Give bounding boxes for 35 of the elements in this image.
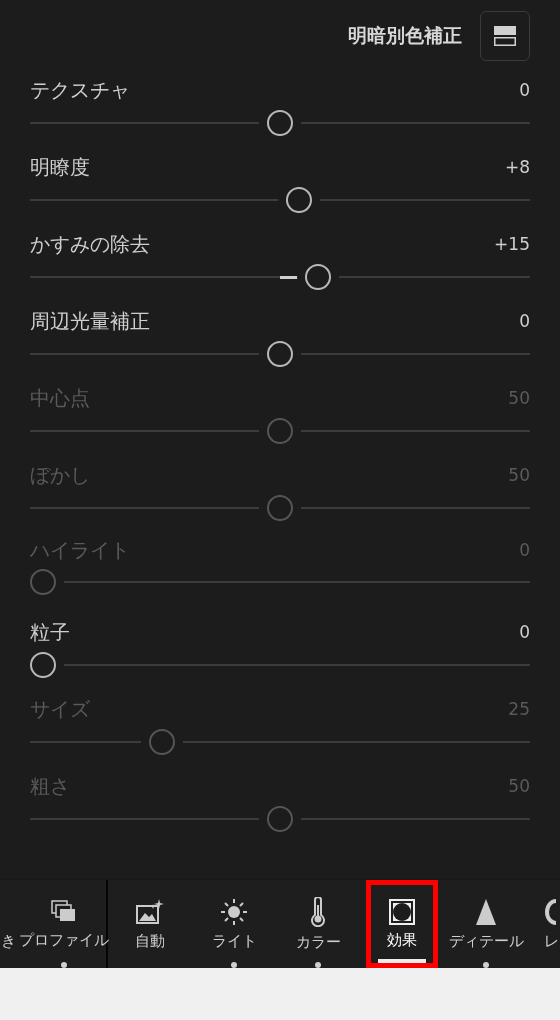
toolbar-tab[interactable]: レ	[528, 880, 558, 968]
slider-value: +15	[494, 234, 530, 254]
thermometer-icon	[309, 896, 327, 927]
slider-value: +8	[504, 157, 530, 177]
slider-value: 50	[508, 388, 530, 408]
vignette-icon	[389, 898, 415, 925]
slider-value: 50	[508, 776, 530, 796]
slider-label: 粗さ	[30, 772, 70, 800]
toolbar-tab[interactable]: 効果	[366, 880, 438, 968]
slider-label: かすみの除去	[30, 230, 150, 258]
panel-title: 明暗別色補正	[348, 23, 462, 48]
slider-value: 0	[519, 622, 530, 642]
slider-label: 粒子	[30, 618, 70, 646]
slider-label: テクスチャ	[30, 76, 130, 104]
slider-label: サイズ	[30, 695, 90, 723]
slider-value: 0	[519, 80, 530, 100]
slider-label: ぼかし	[30, 461, 90, 489]
slider-label: 中心点	[30, 384, 90, 412]
toolbar-tab[interactable]: カラー	[276, 880, 360, 968]
split-view-icon	[493, 25, 517, 47]
triangle-icon	[475, 897, 497, 926]
slider-label: 周辺光量補正	[30, 307, 150, 335]
slider-value: 50	[508, 465, 530, 485]
slider-label: 明瞭度	[30, 153, 90, 181]
toolbar-tab[interactable]: き	[0, 880, 16, 968]
toolbar-tab[interactable]: ライト	[192, 880, 276, 968]
slider-label: ハイライト	[30, 536, 130, 564]
slider-value: 0	[519, 311, 530, 331]
toolbar-tab[interactable]: ディテール	[444, 880, 528, 968]
split-view-button[interactable]	[480, 11, 530, 61]
sun-icon	[220, 897, 248, 926]
slider-value: 25	[508, 699, 530, 719]
lens-icon	[544, 897, 556, 926]
slider-value: 0	[519, 540, 530, 561]
toolbar-tab[interactable]: 自動	[108, 880, 192, 968]
